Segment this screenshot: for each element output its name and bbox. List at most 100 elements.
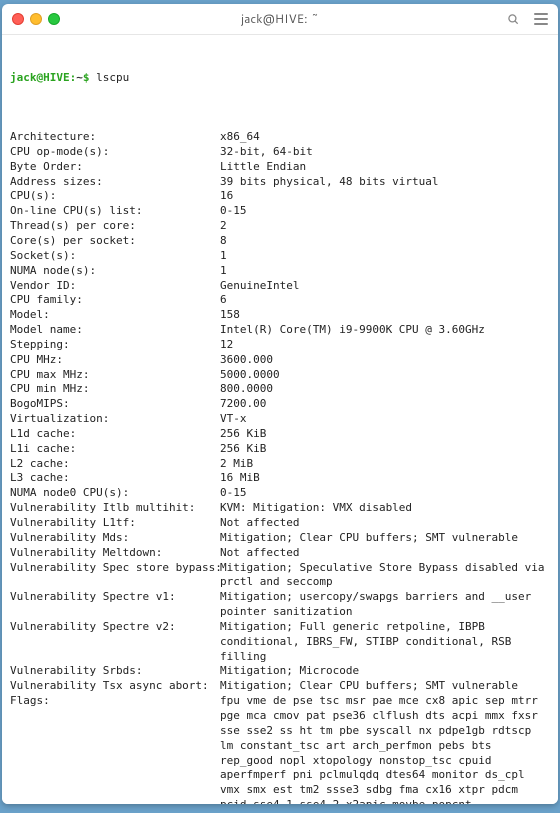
lscpu-key: Virtualization:	[10, 412, 220, 427]
prompt-user: jack@HIVE	[10, 71, 70, 84]
lscpu-value: 16	[220, 189, 550, 204]
lscpu-row: Thread(s) per core:2	[10, 219, 550, 234]
maximize-icon[interactable]	[48, 13, 60, 25]
lscpu-key: L2 cache:	[10, 457, 220, 472]
lscpu-value: 256 KiB	[220, 427, 550, 442]
lscpu-value: 1	[220, 249, 550, 264]
prompt-line: jack@HIVE:~$ lscpu	[10, 71, 550, 86]
lscpu-key: Vulnerability Spectre v2:	[10, 620, 220, 665]
window-controls	[12, 13, 72, 25]
lscpu-row: Vulnerability Srbds:Mitigation; Microcod…	[10, 664, 550, 679]
lscpu-key: Model name:	[10, 323, 220, 338]
lscpu-row: Vulnerability Spectre v2:Mitigation; Ful…	[10, 620, 550, 665]
lscpu-row: Vulnerability Mds:Mitigation; Clear CPU …	[10, 531, 550, 546]
lscpu-key: Thread(s) per core:	[10, 219, 220, 234]
lscpu-value: 158	[220, 308, 550, 323]
menu-icon[interactable]	[534, 13, 548, 25]
lscpu-value: 800.0000	[220, 382, 550, 397]
lscpu-key: Stepping:	[10, 338, 220, 353]
lscpu-row: CPU min MHz:800.0000	[10, 382, 550, 397]
close-icon[interactable]	[12, 13, 24, 25]
lscpu-key: Core(s) per socket:	[10, 234, 220, 249]
lscpu-value: 256 KiB	[220, 442, 550, 457]
lscpu-row: Address sizes:39 bits physical, 48 bits …	[10, 175, 550, 190]
lscpu-key: NUMA node0 CPU(s):	[10, 486, 220, 501]
lscpu-key: L1i cache:	[10, 442, 220, 457]
titlebar: jack@HIVE: ~	[2, 4, 558, 35]
lscpu-value: Mitigation; Speculative Store Bypass dis…	[220, 561, 550, 591]
lscpu-value: 5000.0000	[220, 368, 550, 383]
lscpu-row: Vendor ID:GenuineIntel	[10, 279, 550, 294]
search-icon[interactable]	[506, 12, 520, 26]
lscpu-value: 32-bit, 64-bit	[220, 145, 550, 160]
lscpu-key: BogoMIPS:	[10, 397, 220, 412]
lscpu-key: Model:	[10, 308, 220, 323]
lscpu-row: Socket(s):1	[10, 249, 550, 264]
lscpu-value: 0-15	[220, 204, 550, 219]
lscpu-key: CPU op-mode(s):	[10, 145, 220, 160]
lscpu-row: Model:158	[10, 308, 550, 323]
lscpu-value: Mitigation; Clear CPU buffers; SMT vulne…	[220, 679, 550, 694]
lscpu-key: Byte Order:	[10, 160, 220, 175]
lscpu-value: 39 bits physical, 48 bits virtual	[220, 175, 550, 190]
lscpu-key: Address sizes:	[10, 175, 220, 190]
lscpu-value: 0-15	[220, 486, 550, 501]
lscpu-value: Mitigation; Full generic retpoline, IBPB…	[220, 620, 550, 665]
lscpu-row: Vulnerability L1tf:Not affected	[10, 516, 550, 531]
lscpu-value: Mitigation; Microcode	[220, 664, 550, 679]
lscpu-value: 3600.000	[220, 353, 550, 368]
lscpu-row: NUMA node(s):1	[10, 264, 550, 279]
minimize-icon[interactable]	[30, 13, 42, 25]
lscpu-value: 6	[220, 293, 550, 308]
lscpu-value: 2 MiB	[220, 457, 550, 472]
lscpu-key: Vulnerability Srbds:	[10, 664, 220, 679]
lscpu-key: NUMA node(s):	[10, 264, 220, 279]
command: lscpu	[96, 71, 129, 84]
lscpu-key: Vulnerability Itlb multihit:	[10, 501, 220, 516]
lscpu-row: Vulnerability Spec store bypass:Mitigati…	[10, 561, 550, 591]
lscpu-key: Flags:	[10, 694, 220, 804]
lscpu-row: Byte Order:Little Endian	[10, 160, 550, 175]
lscpu-key: CPU(s):	[10, 189, 220, 204]
lscpu-row: CPU max MHz:5000.0000	[10, 368, 550, 383]
lscpu-row: Vulnerability Meltdown:Not affected	[10, 546, 550, 561]
lscpu-row: Vulnerability Tsx async abort:Mitigation…	[10, 679, 550, 694]
lscpu-row: L2 cache:2 MiB	[10, 457, 550, 472]
lscpu-row: Flags:fpu vme de pse tsc msr pae mce cx8…	[10, 694, 550, 804]
lscpu-row: On-line CPU(s) list:0-15	[10, 204, 550, 219]
lscpu-row: Core(s) per socket:8	[10, 234, 550, 249]
lscpu-value: GenuineIntel	[220, 279, 550, 294]
lscpu-row: CPU MHz:3600.000	[10, 353, 550, 368]
lscpu-key: Architecture:	[10, 130, 220, 145]
lscpu-key: CPU min MHz:	[10, 382, 220, 397]
lscpu-key: Vulnerability Tsx async abort:	[10, 679, 220, 694]
lscpu-value: x86_64	[220, 130, 550, 145]
lscpu-row: BogoMIPS:7200.00	[10, 397, 550, 412]
lscpu-key: CPU max MHz:	[10, 368, 220, 383]
lscpu-value: 1	[220, 264, 550, 279]
lscpu-row: Vulnerability Spectre v1:Mitigation; use…	[10, 590, 550, 620]
lscpu-output: Architecture:x86_64CPU op-mode(s):32-bit…	[10, 130, 550, 804]
lscpu-value: 7200.00	[220, 397, 550, 412]
terminal-body[interactable]: jack@HIVE:~$ lscpu Architecture:x86_64CP…	[2, 35, 558, 804]
lscpu-key: CPU family:	[10, 293, 220, 308]
lscpu-value: 8	[220, 234, 550, 249]
lscpu-row: CPU family:6	[10, 293, 550, 308]
lscpu-row: CPU op-mode(s):32-bit, 64-bit	[10, 145, 550, 160]
lscpu-row: Architecture:x86_64	[10, 130, 550, 145]
lscpu-key: Vulnerability Mds:	[10, 531, 220, 546]
lscpu-row: L1i cache:256 KiB	[10, 442, 550, 457]
lscpu-key: Vulnerability L1tf:	[10, 516, 220, 531]
titlebar-actions	[488, 12, 548, 26]
lscpu-row: CPU(s):16	[10, 189, 550, 204]
lscpu-key: L1d cache:	[10, 427, 220, 442]
lscpu-value: Not affected	[220, 516, 550, 531]
lscpu-value: Mitigation; Clear CPU buffers; SMT vulne…	[220, 531, 550, 546]
lscpu-value: 12	[220, 338, 550, 353]
lscpu-key: Vendor ID:	[10, 279, 220, 294]
lscpu-value: Not affected	[220, 546, 550, 561]
terminal-window: jack@HIVE: ~ jack@HIVE:~$ lscpu Architec…	[2, 4, 558, 804]
lscpu-value: VT-x	[220, 412, 550, 427]
lscpu-key: Vulnerability Meltdown:	[10, 546, 220, 561]
lscpu-row: L3 cache:16 MiB	[10, 471, 550, 486]
